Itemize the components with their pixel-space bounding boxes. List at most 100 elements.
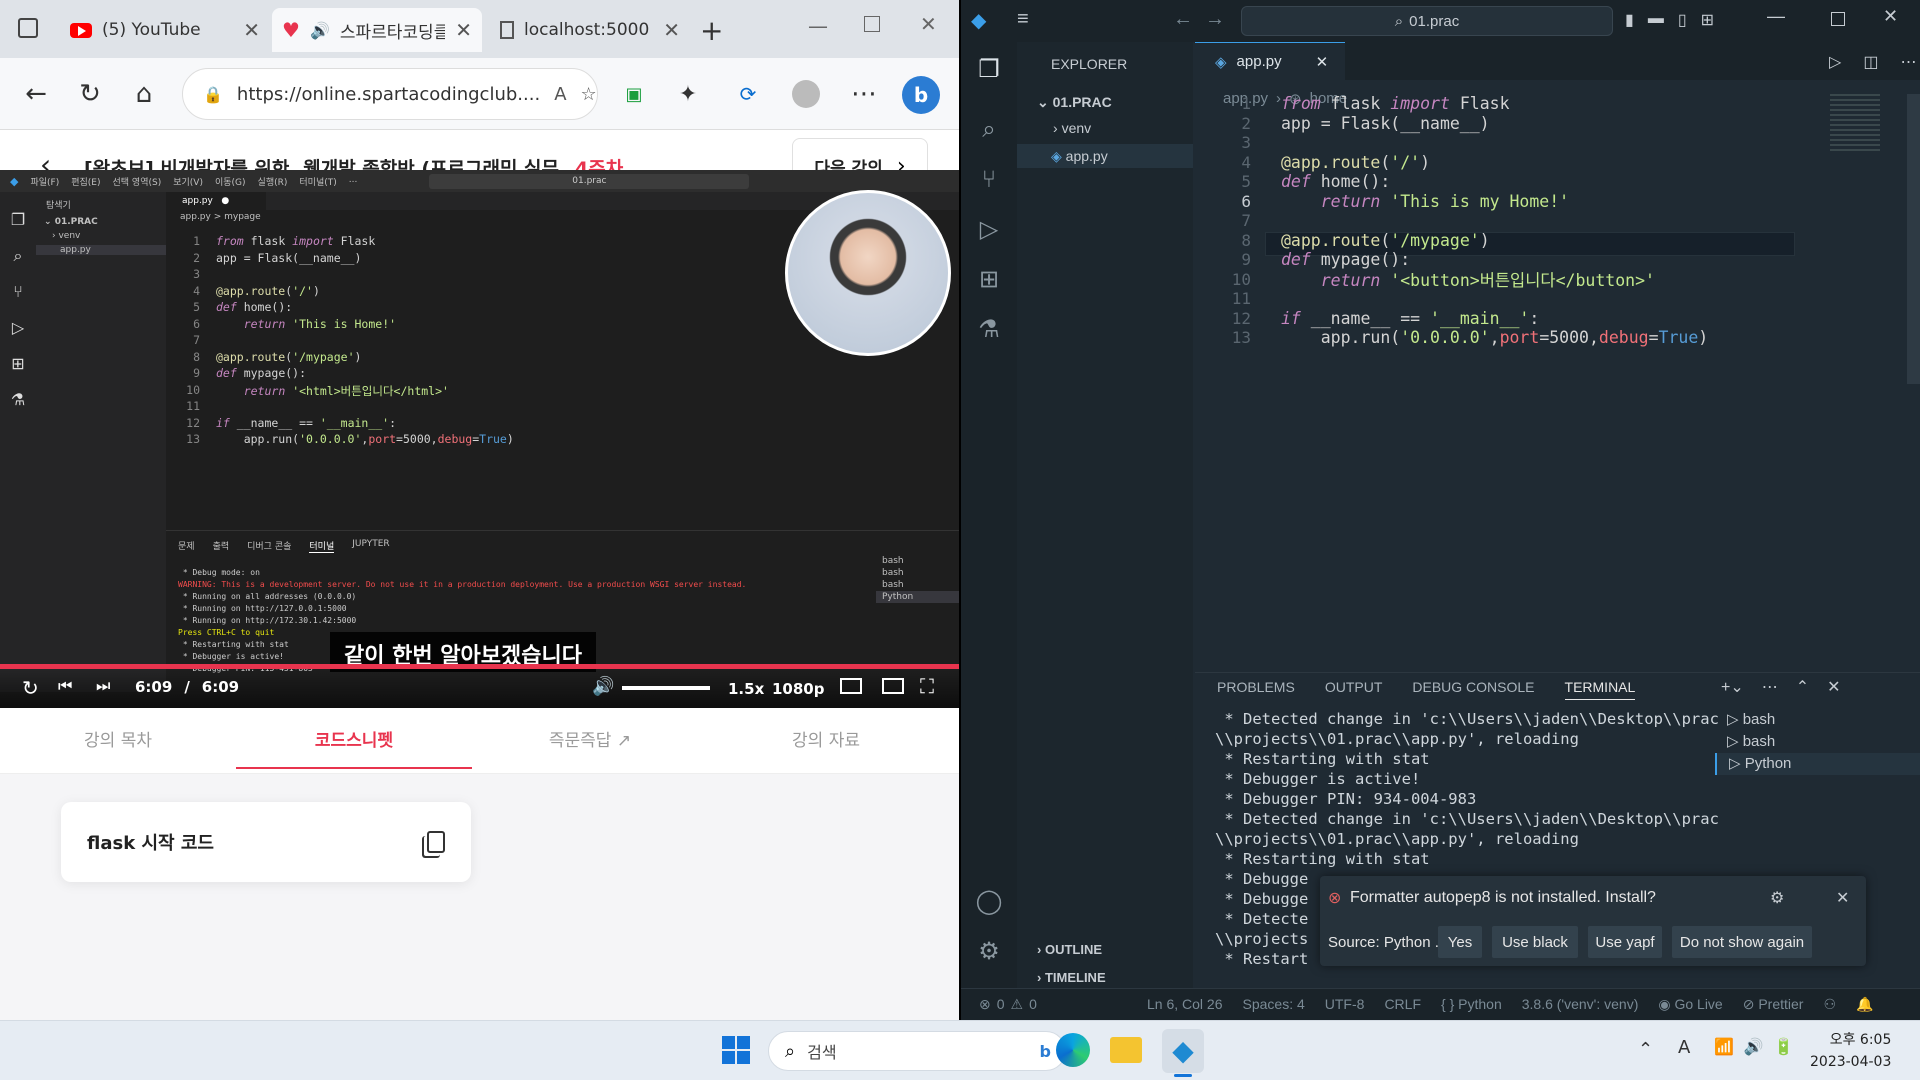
window-close-button[interactable]: ✕	[1883, 6, 1898, 27]
new-tab-button[interactable]: +	[700, 14, 723, 47]
screen-cast-icon[interactable]: ▣	[612, 72, 656, 116]
captions-icon[interactable]	[840, 678, 862, 694]
copy-icon[interactable]	[427, 831, 445, 853]
speaker-icon[interactable]: 🔊	[310, 21, 330, 40]
address-bar[interactable]: 🔒 https://online.spartacodingclub.... A …	[182, 68, 598, 120]
toast-yes-button[interactable]: Yes	[1438, 926, 1482, 958]
pip-icon[interactable]	[882, 678, 904, 694]
collections-icon[interactable]: ⟳	[726, 72, 770, 116]
profile-avatar[interactable]	[792, 80, 820, 108]
toast-use-black-button[interactable]: Use black	[1492, 926, 1578, 958]
video-player[interactable]: ◆ 파일(F) 편집(E) 선택 영역(S) 보기(V) 이동(G) 실행(R) 터미널(T…	[0, 170, 959, 710]
bing-icon[interactable]: b	[902, 76, 940, 114]
toggle-sidebar-icon[interactable]: ▮	[1625, 10, 1634, 30]
close-panel-icon[interactable]: ✕	[1827, 677, 1840, 697]
more-actions-icon[interactable]: ⋯	[1900, 52, 1916, 72]
code-line[interactable]: 8 @app.route('/mypage')	[1195, 231, 1895, 251]
windows-start-icon[interactable]	[722, 1036, 750, 1064]
code-editor[interactable]: 1 from flask import Flask 2 app = Flask(__n…	[1195, 94, 1895, 348]
hamburger-menu-icon[interactable]: ≡	[1017, 8, 1029, 31]
editor-scrollbar[interactable]	[1907, 94, 1920, 384]
code-line[interactable]: 5 def home():	[1195, 172, 1895, 192]
panel-tab[interactable]: DEBUG CONSOLE	[1412, 679, 1534, 700]
more-actions-icon[interactable]: ⋯	[1762, 677, 1778, 697]
tab-actions-icon[interactable]	[18, 18, 38, 38]
vscode-taskbar-icon[interactable]: ◆	[1162, 1029, 1204, 1073]
edge-taskbar-icon[interactable]	[1056, 1033, 1090, 1067]
prettier[interactable]: ⊘ Prettier	[1743, 996, 1804, 1013]
tab-code-snippet[interactable]: 코드스니펫	[236, 726, 472, 769]
terminal-item[interactable]: ▷ bash	[1715, 731, 1920, 753]
code-line[interactable]: 13 app.run('0.0.0.0',port=5000,debug=Tru…	[1195, 328, 1895, 348]
more-menu-icon[interactable]: ⋯	[842, 72, 886, 116]
panel-tab[interactable]: OUTPUT	[1325, 679, 1383, 700]
bell-icon[interactable]: 🔔	[1856, 996, 1873, 1013]
language-mode[interactable]: { } Python	[1441, 996, 1502, 1013]
indentation[interactable]: Spaces: 4	[1243, 996, 1305, 1013]
split-editor-icon[interactable]: ◫	[1863, 52, 1878, 72]
timeline-section[interactable]: › TIMELINE	[1037, 970, 1106, 985]
next-icon[interactable]: ⏭	[96, 676, 110, 696]
new-terminal-icon[interactable]: +⌄	[1721, 677, 1744, 697]
folder-row[interactable]: ⌄ 01.PRAC	[1037, 94, 1112, 111]
forward-arrow-icon[interactable]: →	[1205, 8, 1225, 31]
account-icon[interactable]: ⚇	[1823, 996, 1836, 1013]
toast-use-yapf-button[interactable]: Use yapf	[1588, 926, 1662, 958]
tree-item-venv[interactable]: › venv	[1053, 120, 1091, 136]
code-line[interactable]: 2 app = Flask(__name__)	[1195, 114, 1895, 134]
editor-tab-app[interactable]: ◈ app.py ✕	[1195, 42, 1345, 80]
favorite-icon[interactable]: ☆	[581, 84, 597, 105]
taskbar-search[interactable]: ⌕ 검색 b	[768, 1031, 1066, 1071]
quality-button[interactable]: 1080p	[772, 680, 825, 698]
extensions-icon[interactable]: ⊞	[975, 266, 1003, 294]
close-icon[interactable]: ✕	[1316, 53, 1329, 71]
tab-youtube[interactable]: (5) YouTube ✕	[60, 8, 270, 52]
run-icon[interactable]: ▷	[1829, 52, 1841, 72]
toast-do-not-show-button[interactable]: Do not show again	[1672, 926, 1812, 958]
tab-qna[interactable]: 즉문즉답 ↗	[472, 726, 708, 751]
outline-section[interactable]: › OUTLINE	[1037, 942, 1102, 957]
maximize-button[interactable]	[1831, 12, 1845, 26]
home-button[interactable]: ⌂	[122, 72, 166, 116]
accounts-icon[interactable]: ◯	[975, 888, 1003, 916]
maximize-button[interactable]	[864, 16, 880, 32]
explorer-icon[interactable]: ❐	[975, 56, 1003, 84]
read-aloud-icon[interactable]: A	[554, 84, 566, 105]
code-line[interactable]: 10 return '<button>버튼입니다</button>'	[1195, 270, 1895, 291]
run-debug-icon[interactable]: ▷	[975, 216, 1003, 244]
close-icon[interactable]: ✕	[243, 18, 260, 42]
code-line[interactable]: 4 @app.route('/')	[1195, 153, 1895, 173]
speed-button[interactable]: 1.5x	[728, 680, 764, 698]
gear-icon[interactable]: ⚙	[975, 938, 1003, 966]
source-control-icon[interactable]: ⑂	[975, 166, 1003, 194]
terminal-item[interactable]: ▷ Python	[1715, 753, 1920, 775]
cursor-position[interactable]: Ln 6, Col 26	[1147, 996, 1223, 1013]
snippet-card[interactable]: flask 시작 코드	[61, 802, 471, 882]
extensions-icon[interactable]: ✦	[666, 72, 710, 116]
tree-item-app[interactable]: ◈ app.py	[1017, 144, 1193, 168]
volume-slider[interactable]	[622, 686, 710, 690]
close-icon[interactable]: ✕	[663, 18, 680, 42]
back-button[interactable]: ←	[14, 72, 58, 116]
video-progress-track[interactable]	[0, 664, 959, 669]
command-search[interactable]: ⌕ 01.prac	[1241, 6, 1613, 36]
volume-icon[interactable]: 🔊	[592, 676, 614, 697]
toggle-panel-icon[interactable]: ▬	[1648, 10, 1664, 30]
previous-icon[interactable]: ⏮	[58, 676, 72, 696]
panel-tab[interactable]: TERMINAL	[1564, 679, 1636, 700]
testing-icon[interactable]: ⚗	[975, 316, 1003, 344]
toggle-secondary-icon[interactable]: ▯	[1678, 10, 1687, 30]
file-explorer-icon[interactable]	[1110, 1037, 1142, 1063]
code-line[interactable]: 6 return 'This is my Home!'	[1195, 192, 1895, 212]
fullscreen-icon[interactable]: ⛶	[920, 674, 934, 698]
chevron-up-icon[interactable]: ⌃	[1638, 1039, 1653, 1060]
code-line[interactable]: 12 if __name__ == '__main__':	[1195, 309, 1895, 329]
back-arrow-icon[interactable]: ←	[1173, 8, 1193, 31]
maximize-panel-icon[interactable]: ⌃	[1796, 677, 1809, 697]
minimize-button[interactable]: —	[1767, 6, 1785, 27]
minimize-button[interactable]: —	[808, 14, 828, 38]
go-live[interactable]: ◉ Go Live	[1658, 996, 1722, 1013]
panel-tab[interactable]: PROBLEMS	[1217, 679, 1295, 700]
encoding[interactable]: UTF-8	[1325, 996, 1365, 1013]
gear-icon[interactable]: ⚙	[1770, 888, 1784, 908]
